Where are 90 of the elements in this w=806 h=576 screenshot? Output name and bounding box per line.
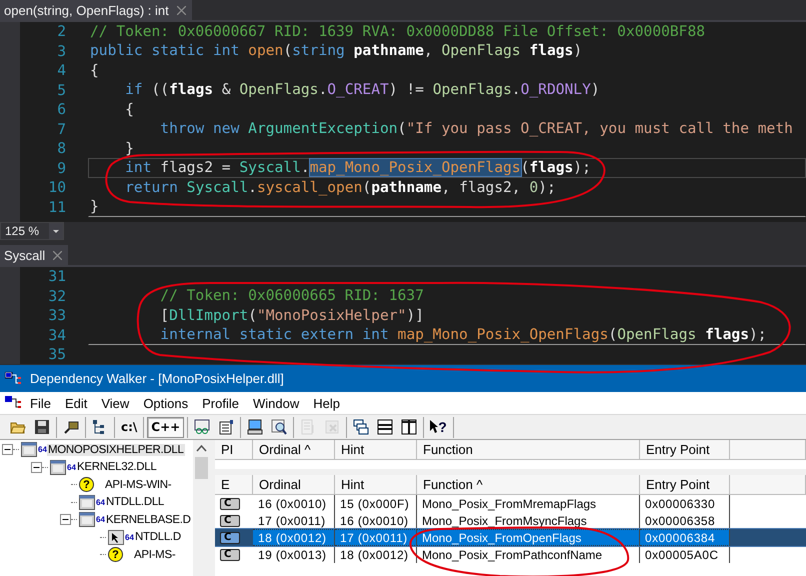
tree-item[interactable]: KERNEL32.DLL — [76, 461, 158, 474]
code-line: // Token: 0x06000665 RID: 1637 — [159, 286, 425, 306]
line-number: 7 — [56, 120, 66, 138]
code-line: { — [124, 100, 135, 120]
tree-item[interactable]: MONOPOSIXHELPER.DLL — [47, 444, 185, 456]
table-cell: 19 (0x0013) — [253, 546, 335, 563]
line-number: 8 — [56, 140, 66, 158]
table-cell: 18 (0x0012) — [335, 546, 417, 563]
code-line: return Syscall.syscall_open(pathname, flags2, 0); — [124, 178, 557, 198]
line-number: 4 — [56, 62, 66, 80]
close-icon[interactable] — [53, 250, 62, 260]
question-icon: ? — [79, 477, 94, 492]
question-icon: ? — [108, 547, 123, 562]
table-cell: 15 (0x000F) — [335, 495, 417, 512]
menu-item[interactable]: Profile — [195, 396, 246, 410]
line-number: 10 — [47, 179, 66, 196]
line-number: 9 — [56, 160, 66, 177]
table-cell: Mono_Posix_FromMremapFlags — [417, 495, 640, 512]
code-line: { — [89, 60, 100, 81]
menu-item[interactable]: File — [23, 396, 58, 410]
code-line: if ((flags & OpenFlags.O_CREAT) != OpenFlags.O_RDONLY) — [124, 80, 601, 100]
table-row[interactable]: C 16 (0x0010) 15 (0x000F) Mono_Posix_FromMremapFlags 0x00006330 — [215, 495, 806, 512]
export-type-icon: C — [220, 532, 240, 544]
table-cell: 17 (0x0011) — [335, 529, 417, 546]
code-line: internal static extern int map_Mono_Posix_OpenFlags(OpenFlags flags); — [88, 325, 806, 346]
table-cell: 0x00005A0C — [640, 546, 730, 563]
export-type-icon: C — [220, 514, 240, 526]
table-cell: 0x00006330 — [640, 495, 730, 512]
column-header[interactable]: Hint — [335, 475, 417, 495]
code-line: } — [124, 138, 135, 159]
zoom-dropdown[interactable]: 125 % — [0, 222, 64, 240]
export-type-icon: C — [220, 548, 240, 560]
line-number: 2 — [56, 23, 66, 40]
collapse-icon[interactable] — [60, 514, 71, 526]
line-number: 6 — [56, 101, 66, 118]
scrollbar-thumb[interactable] — [195, 457, 208, 479]
app-icon — [5, 372, 23, 386]
close-icon[interactable] — [176, 6, 186, 14]
menu-item[interactable]: Options — [136, 396, 196, 410]
column-header[interactable]: Function — [417, 440, 640, 460]
collapse-icon[interactable] — [2, 444, 13, 456]
tree-item[interactable]: KERNELBASE.D — [105, 514, 192, 526]
line-number: 33 — [47, 307, 66, 324]
line-number: 35 — [47, 346, 66, 364]
column-header[interactable]: Entry Point — [640, 475, 730, 495]
app-icon[interactable] — [5, 396, 23, 410]
collapse-icon[interactable] — [31, 462, 42, 473]
column-header[interactable]: E — [215, 475, 253, 495]
table-row[interactable]: C 19 (0x0013) 18 (0x0012) Mono_Posix_FromPathconfName 0x00005A0C — [215, 546, 806, 563]
column-header[interactable]: Entry Point — [640, 440, 730, 460]
line-number: 31 — [47, 268, 66, 286]
tree-item[interactable]: API-MS-WIN- — [104, 478, 172, 491]
toolbar-button[interactable]: c:\ — [118, 416, 140, 438]
tree-item[interactable]: API-MS- — [133, 548, 176, 561]
export-type-icon: C — [220, 498, 240, 510]
table-cell: 16 (0x0010) — [253, 495, 335, 512]
code-line: [DllImport("MonoPosixHelper")] — [159, 306, 425, 326]
line-number: 11 — [47, 198, 66, 216]
line-number: 32 — [47, 288, 66, 305]
column-header[interactable]: Hint — [335, 440, 417, 460]
tree-item[interactable]: NTDLL.DLL — [105, 496, 166, 508]
table-cell: Mono_Posix_FromOpenFlags — [417, 529, 640, 546]
line-number: 34 — [47, 326, 66, 344]
code-line: // Token: 0x06000667 RID: 1639 RVA: 0x0000DD88 File Offset: 0x0000BF88 — [89, 22, 706, 42]
column-header[interactable]: PI — [215, 440, 253, 460]
caret-icon[interactable] — [49, 223, 64, 239]
menu-item[interactable]: Help — [306, 396, 347, 410]
editor-tab[interactable]: Syscall — [0, 245, 68, 265]
menu-item[interactable]: Edit — [58, 396, 94, 410]
forwarded-module-icon — [108, 530, 124, 545]
code-line: public static int open(string pathname, OpenFlags flags) — [89, 41, 584, 62]
table-cell: 0x00006384 — [640, 529, 730, 546]
window-title: Dependency Walker - [MonoPosixHelper.dll] — [30, 371, 284, 386]
menu-item[interactable]: View — [94, 396, 136, 410]
line-number: 5 — [56, 82, 66, 99]
pointer-icon — [430, 420, 438, 434]
column-header[interactable]: Function ^ — [417, 475, 640, 495]
column-header[interactable]: Ordinal — [253, 475, 335, 495]
toolbar-button[interactable]: C++ — [147, 416, 184, 438]
column-header[interactable]: Ordinal ^ — [253, 440, 335, 460]
code-line: } — [88, 197, 806, 218]
table-cell: Mono_Posix_FromPathconfName — [417, 546, 640, 563]
table-row[interactable]: C 18 (0x0012) 17 (0x0011) Mono_Posix_FromOpenFlags 0x00006384 — [215, 529, 806, 546]
code-line: throw new ArgumentException("If you pass O_CREAT, you must call the meth — [159, 119, 794, 140]
tree-item[interactable]: NTDLL.D — [134, 531, 182, 544]
line-number: 3 — [56, 42, 66, 60]
menu-item[interactable]: Window — [246, 396, 306, 410]
editor-tab[interactable]: open(string, OpenFlags) : int — [0, 0, 192, 20]
table-cell: 18 (0x0012) — [253, 529, 335, 546]
help-button[interactable]: ? — [427, 416, 450, 438]
